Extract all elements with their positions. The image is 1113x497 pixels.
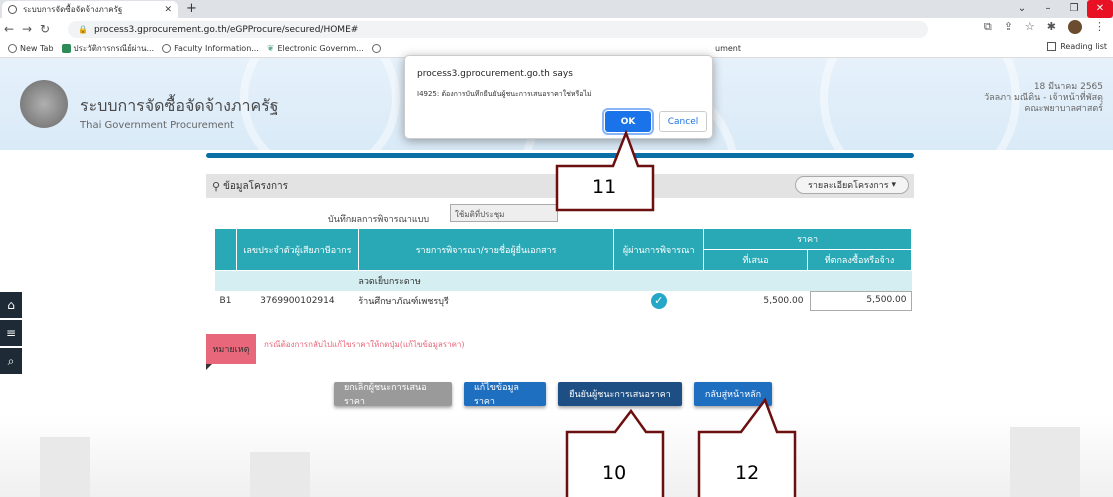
method-select[interactable]: ใช้มติที่ประชุม xyxy=(450,204,558,222)
close-tab-icon[interactable]: ✕ xyxy=(164,5,172,15)
extensions-icon[interactable]: ✱ xyxy=(1047,20,1056,34)
menu-icon[interactable]: ≡ xyxy=(0,320,22,346)
progress-line xyxy=(206,153,914,158)
share-icon[interactable]: ⇪ xyxy=(1004,20,1013,34)
background-watermark xyxy=(0,414,1113,497)
row-offered: 5,500.00 xyxy=(763,295,804,306)
profile-avatar[interactable] xyxy=(1068,20,1082,34)
forward-icon[interactable]: → xyxy=(18,22,36,36)
cancel-winner-button[interactable]: ยกเลิกผู้ชนะการเสนอราคา xyxy=(334,382,452,407)
row-name: ร้านศึกษาภัณฑ์เพชรบุรี xyxy=(358,296,449,307)
dialog-title: process3.gprocurement.go.th says xyxy=(417,69,573,79)
callout-11-label: 11 xyxy=(592,176,617,198)
panel-title: ข้อมูลโครงการ xyxy=(223,180,288,192)
tab-title: ระบบการจัดซื้อจัดจ้างภาครัฐ xyxy=(23,5,123,14)
note-text: กรณีต้องการกลับไปแก้ไขราคาให้กดปุ่ม(แก้ไ… xyxy=(264,340,465,349)
evaluation-table: เลขประจำตัวผู้เสียภาษีอากร รายการพิจารณา… xyxy=(214,228,913,311)
col-header-passed: ผู้ผ่านการพิจารณา xyxy=(613,228,705,271)
side-nav: ⌂ ≡ ⌕ xyxy=(0,292,22,376)
globe-icon xyxy=(162,44,172,53)
note-tag: หมายเหตุ xyxy=(206,334,256,370)
col-header-code xyxy=(214,228,237,271)
check-icon[interactable]: ✓ xyxy=(650,292,667,309)
action-buttons: ยกเลิกผู้ชนะการเสนอราคา แก้ไขข้อมูลราคา … xyxy=(334,382,772,407)
row-tax-id: 3769900102914 xyxy=(260,295,335,306)
dialog-cancel-button[interactable]: Cancel xyxy=(659,111,707,132)
bookmark-2[interactable]: ประวัติการกรณีย์ผ่าน... xyxy=(61,42,154,55)
lock-icon: 🔒 xyxy=(78,25,88,34)
site-title-th: ระบบการจัดซื้อจัดจ้างภาครัฐ xyxy=(80,96,279,115)
confirm-dialog: process3.gprocurement.go.th says I4925: … xyxy=(404,55,713,139)
government-seal-logo xyxy=(20,80,68,128)
confirm-winner-button[interactable]: ยืนยันผู้ชนะการเสนอราคา xyxy=(558,382,682,406)
sitemap-icon: ⚲ xyxy=(212,179,221,193)
reading-list-icon xyxy=(1047,42,1057,51)
current-date: 18 มีนาคม 2565 xyxy=(1033,82,1103,92)
site-icon xyxy=(61,44,71,53)
home-icon[interactable]: ⌂ xyxy=(0,292,22,318)
bookmark-3[interactable]: Faculty Information... xyxy=(162,44,259,53)
leaf-icon: ❦ xyxy=(266,43,275,54)
menu-icon[interactable]: ⋮ xyxy=(1094,20,1105,34)
bookmark-truncated[interactable]: ument xyxy=(715,44,741,53)
user-org: คณะพยาบาลศาสตร์ xyxy=(1024,104,1103,114)
reading-list-button[interactable]: Reading list xyxy=(1047,42,1107,51)
callout-12-label: 12 xyxy=(735,462,760,484)
browser-tab-bar: ระบบการจัดซื้อจัดจ้างภาครัฐ ✕ + ⌄ – ❐ ✕ xyxy=(0,0,1113,18)
star-icon[interactable]: ☆ xyxy=(1025,20,1035,34)
user-info: 18 มีนาคม 2565 วัลลภา มณีดิน - เจ้าหน้าท… xyxy=(984,82,1103,115)
col-header-agreed: ที่ตกลงซื้อหรือจ้าง xyxy=(806,249,913,271)
back-home-button[interactable]: กลับสู่หน้าหลัก xyxy=(694,382,772,406)
tab-search-icon[interactable]: ⌄ xyxy=(1009,0,1035,18)
callout-10-label: 10 xyxy=(602,462,627,484)
bookmark-new-tab[interactable]: New Tab xyxy=(8,44,54,53)
user-name[interactable]: วัลลภา มณีดิน - เจ้าหน้าที่พัสดุ xyxy=(984,93,1103,104)
url-text: process3.gprocurement.go.th/eGPProcure/s… xyxy=(93,24,359,35)
group-label: ลวดเย็บกระดาษ xyxy=(358,270,614,291)
search-icon[interactable]: ⌕ xyxy=(0,348,22,374)
agreed-price-input[interactable]: 5,500.00 xyxy=(809,290,912,311)
site-title-en: Thai Government Procurement xyxy=(80,120,234,131)
dialog-ok-button[interactable]: OK xyxy=(602,108,654,135)
translate-icon[interactable]: ⧉ xyxy=(984,20,992,34)
project-detail-dropdown[interactable]: รายละเอียดโครงการ ▾ xyxy=(795,176,909,194)
reload-icon[interactable]: ↻ xyxy=(36,22,54,36)
col-header-tax-id: เลขประจำตัวผู้เสียภาษีอากร xyxy=(235,228,359,271)
minimize-button[interactable]: – xyxy=(1035,0,1061,18)
window-controls: ⌄ – ❐ ✕ xyxy=(1009,0,1113,18)
toolbar-icons: ⧉ ⇪ ☆ ✱ ⋮ xyxy=(984,20,1105,34)
project-panel: ⚲ ข้อมูลโครงการ รายละเอียดโครงการ ▾ บันท… xyxy=(206,170,914,414)
browser-tab[interactable]: ระบบการจัดซื้อจัดจ้างภาครัฐ ✕ xyxy=(2,1,178,18)
url-field[interactable]: 🔒 process3.gprocurement.go.th/eGPProcure… xyxy=(68,21,928,38)
globe-icon xyxy=(8,5,17,14)
new-tab-button[interactable]: + xyxy=(186,1,197,16)
bookmark-5[interactable] xyxy=(371,44,381,53)
maximize-button[interactable]: ❐ xyxy=(1061,0,1087,18)
table-row: B1 3769900102914 ร้านศึกษาภัณฑ์เพชรบุรี … xyxy=(215,290,912,311)
method-label: บันทึกผลการพิจารณาแบบ xyxy=(328,215,430,225)
row-code: B1 xyxy=(219,295,232,306)
dialog-message: I4925: ต้องการบันทึกยืนยันผู้ชนะการเสนอร… xyxy=(417,90,592,98)
col-header-price: ราคา xyxy=(703,228,912,250)
col-header-items: รายการพิจารณา/รายชื่อผู้ยื่นเอกสาร xyxy=(357,228,615,271)
bookmark-4[interactable]: ❦ Electronic Governm... xyxy=(267,44,364,54)
group-row: ลวดเย็บกระดาษ xyxy=(214,270,912,291)
back-icon[interactable]: ← xyxy=(0,22,18,36)
globe-icon xyxy=(8,44,17,53)
caret-down-icon: ▾ xyxy=(891,180,896,190)
col-header-offered: ที่เสนอ xyxy=(703,249,808,271)
globe-icon xyxy=(371,44,381,53)
close-window-button[interactable]: ✕ xyxy=(1087,0,1113,18)
edit-price-button[interactable]: แก้ไขข้อมูลราคา xyxy=(464,382,546,407)
address-bar: ← → ↻ 🔒 process3.gprocurement.go.th/eGPP… xyxy=(0,18,1113,40)
